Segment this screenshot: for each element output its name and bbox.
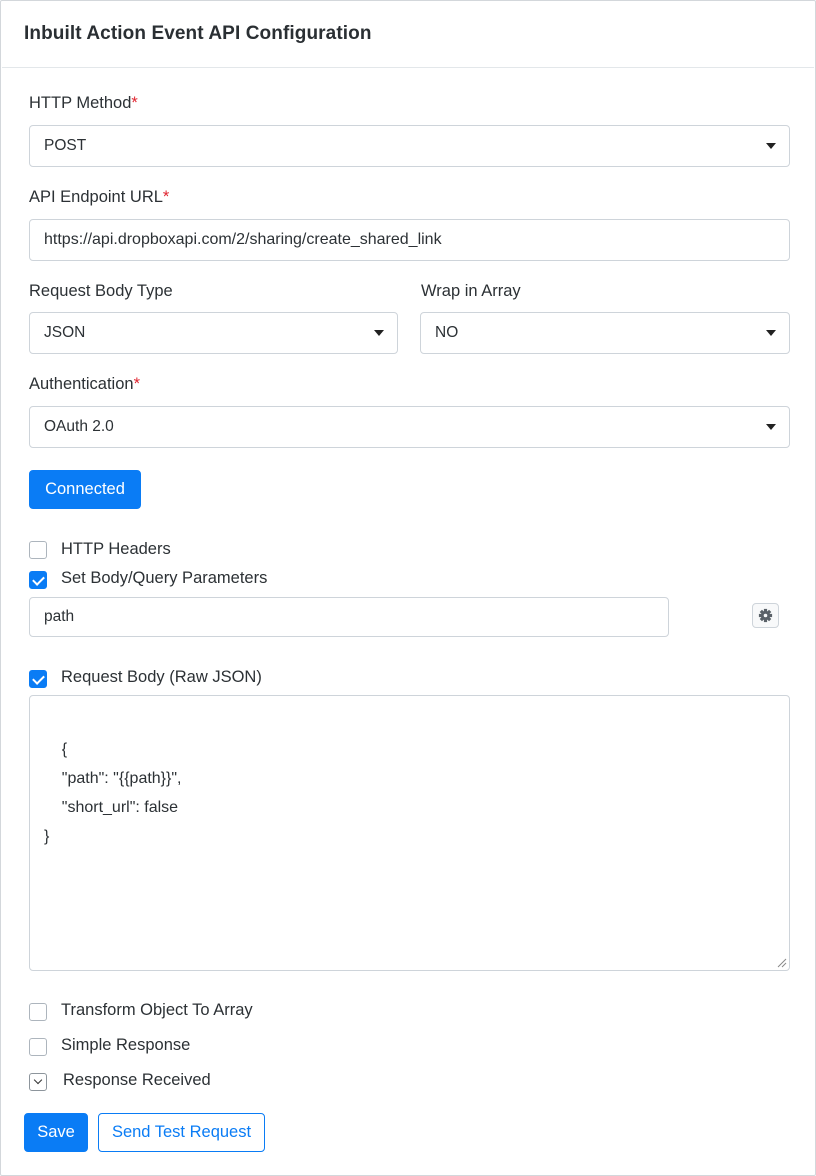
http-headers-checkbox[interactable] [29,541,47,559]
http-method-value: POST [44,137,87,154]
page-title: Inbuilt Action Event API Configuration [24,23,372,44]
simple-response-label: Simple Response [61,1036,191,1054]
auth-select[interactable]: OAuth 2.0 [29,406,790,448]
required-mark: * [162,188,170,206]
wrap-array-value: NO [435,324,459,341]
caret-down-icon [374,330,384,336]
wrap-array-select[interactable]: NO [420,312,790,354]
caret-down-icon [766,424,776,430]
request-body-textarea[interactable]: { "path": "{{path}}", "short_url": false… [29,695,790,971]
send-test-request-button[interactable]: Send Test Request [98,1113,265,1152]
card-header: Inbuilt Action Event API Configuration [2,2,814,68]
http-method-label-text: HTTP Method [29,94,132,112]
body-type-value: JSON [44,324,86,341]
request-body-raw-label: Request Body (Raw JSON) [61,668,262,686]
body-type-label: Request Body Type [29,282,173,300]
resize-handle-icon[interactable] [777,958,787,968]
wrap-array-label: Wrap in Array [421,282,521,300]
http-method-select[interactable]: POST [29,125,790,167]
endpoint-label: API Endpoint URL* [29,188,169,207]
api-config-card: Inbuilt Action Event API Configuration H… [0,0,816,1176]
auth-label: Authentication* [29,375,140,394]
param-path-input[interactable]: path [29,597,669,637]
http-method-label: HTTP Method* [29,94,138,113]
gear-icon [758,608,773,623]
request-body-raw-checkbox[interactable] [29,670,47,688]
set-body-params-checkbox[interactable] [29,571,47,589]
required-mark: * [133,375,140,393]
simple-response-checkbox[interactable] [29,1038,47,1056]
http-headers-label: HTTP Headers [61,540,171,558]
save-button[interactable]: Save [24,1113,88,1152]
body-type-select[interactable]: JSON [29,312,398,354]
auth-value: OAuth 2.0 [44,418,114,435]
required-mark: * [131,94,138,112]
transform-object-checkbox[interactable] [29,1003,47,1021]
response-received-label: Response Received [63,1071,211,1089]
transform-object-label: Transform Object To Array [61,1001,253,1019]
caret-down-icon [766,143,776,149]
endpoint-label-text: API Endpoint URL [29,188,163,206]
response-received-toggle[interactable] [29,1073,47,1091]
request-body-content: { "path": "{{path}}", "short_url": false… [44,741,182,845]
param-settings-button[interactable] [752,603,779,628]
connected-button[interactable]: Connected [29,470,141,509]
caret-down-icon [766,330,776,336]
set-body-params-label: Set Body/Query Parameters [61,569,268,587]
endpoint-url-input[interactable]: https://api.dropboxapi.com/2/sharing/cre… [29,219,790,261]
auth-label-text: Authentication [29,375,134,393]
param-path-value: path [44,608,75,625]
endpoint-url-value: https://api.dropboxapi.com/2/sharing/cre… [44,231,442,248]
